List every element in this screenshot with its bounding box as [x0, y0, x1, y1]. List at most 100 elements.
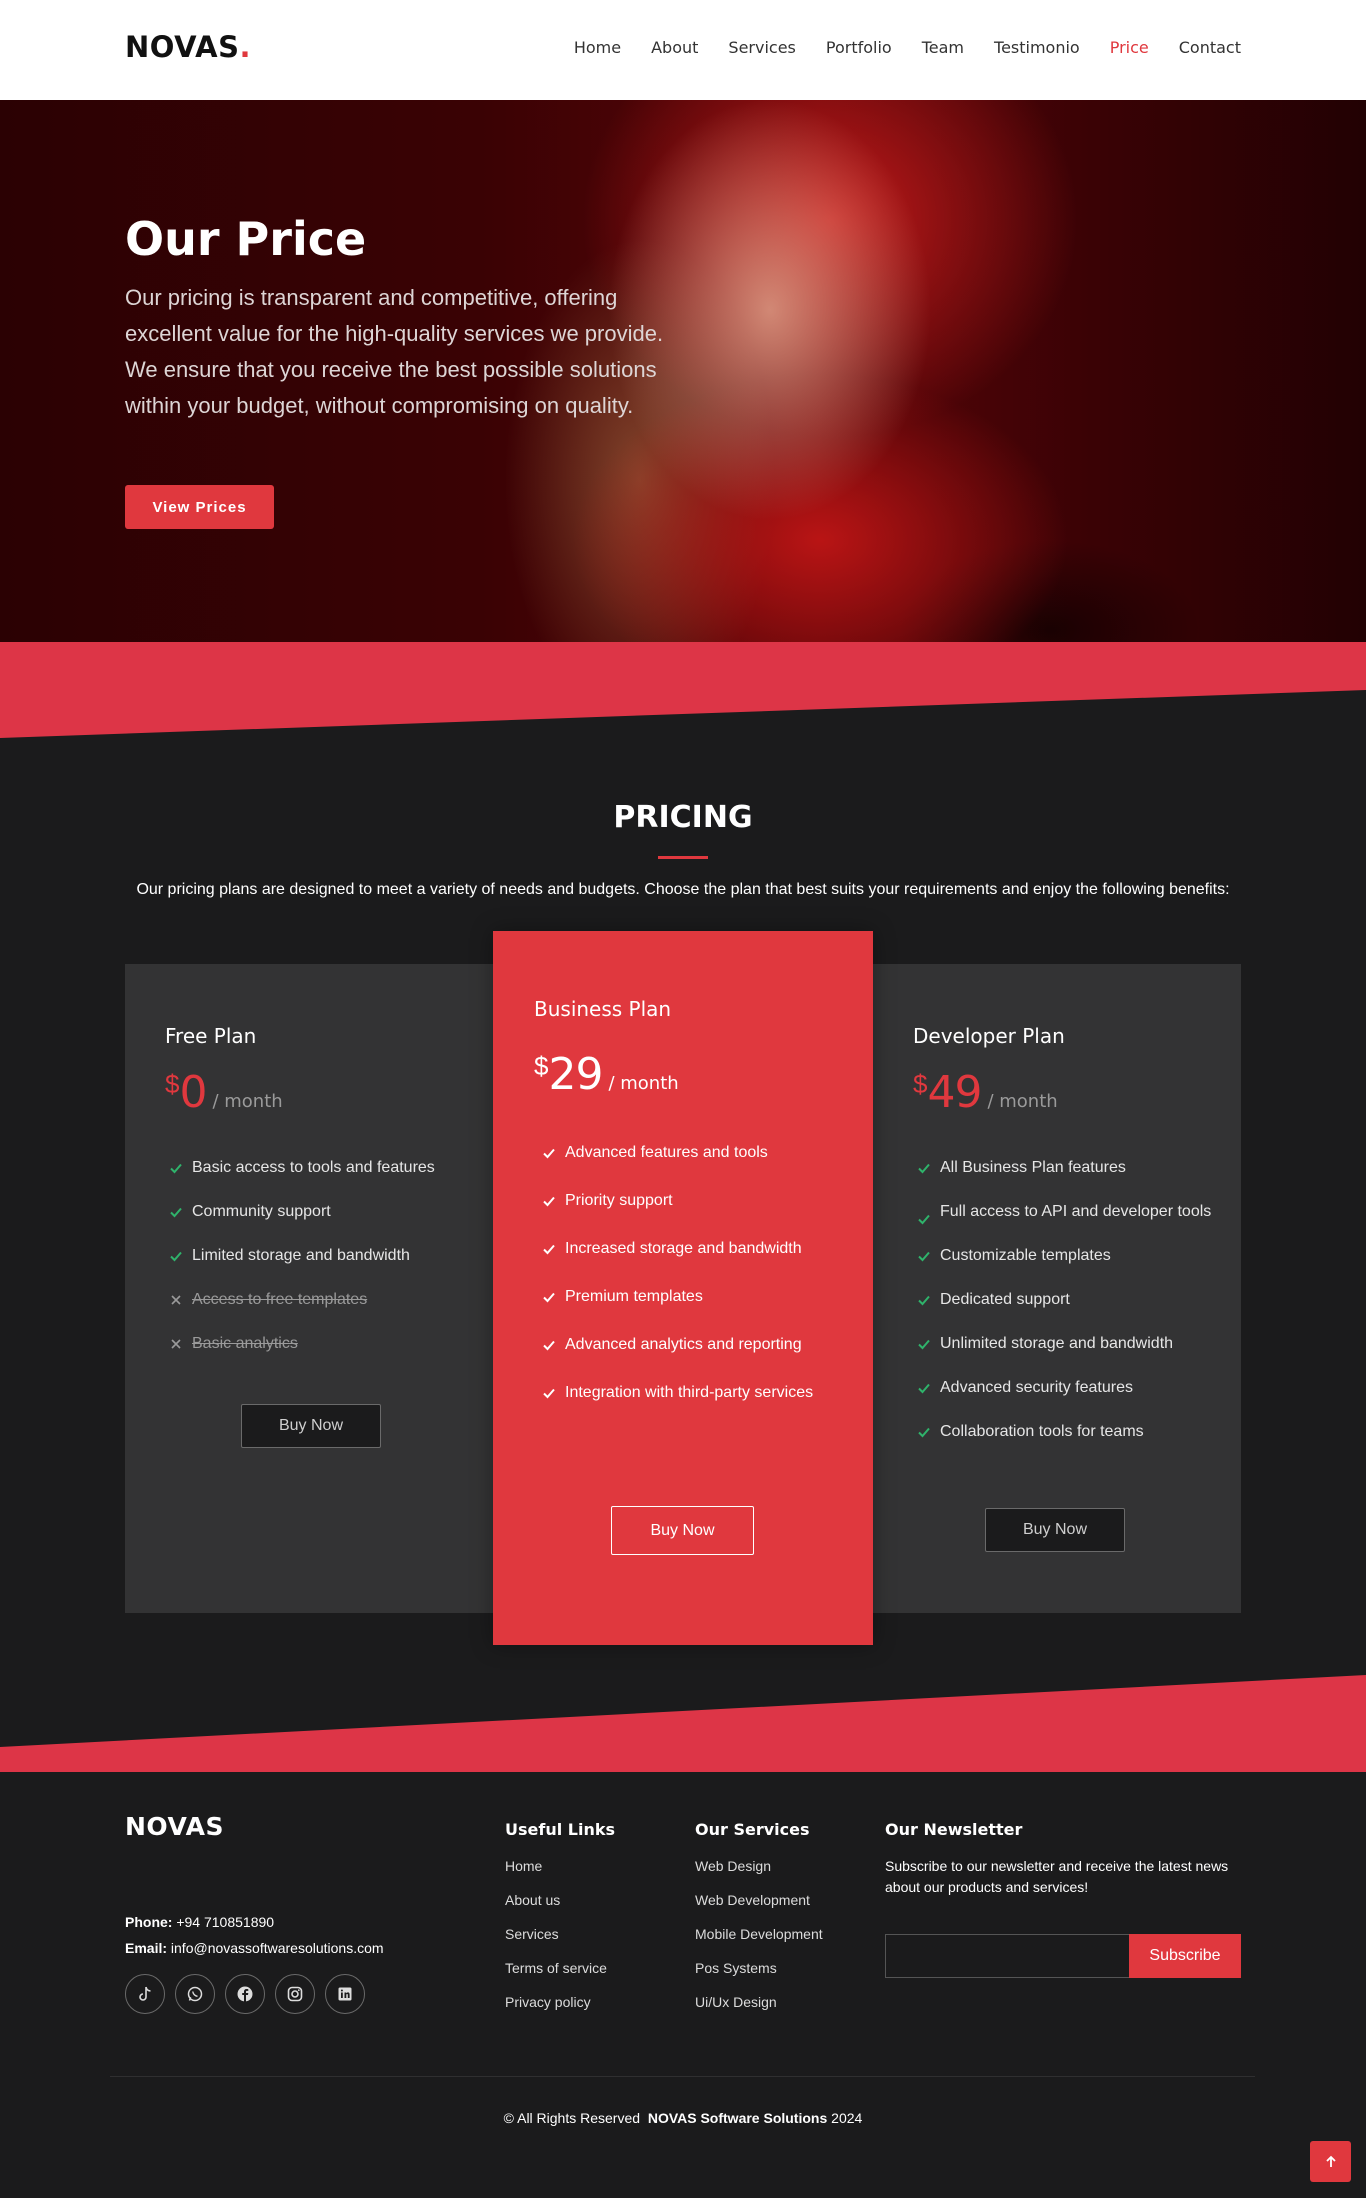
check-icon — [543, 1340, 555, 1351]
pricing-title: PRICING — [613, 800, 753, 835]
feature-item-unavailable: Access to free templates — [165, 1290, 465, 1310]
feature-text: Increased storage and bandwidth — [565, 1240, 802, 1257]
useful-links-column: Useful Links Home About us Services Term… — [505, 1820, 615, 2026]
logo-dot: . — [239, 30, 251, 64]
copyright-company: NOVAS Software Solutions — [647, 2110, 828, 2126]
services-list: Web Design Web Development Mobile Develo… — [695, 1856, 823, 2012]
feature-text: Premium templates — [565, 1288, 703, 1305]
feature-text: Dedicated support — [940, 1291, 1070, 1308]
email-value: info@novassoftwaresolutions.com — [170, 1940, 384, 1956]
phone-label: Phone: — [125, 1914, 173, 1930]
service-link-web-development[interactable]: Web Development — [695, 1890, 823, 1910]
feature-text: Access to free templates — [192, 1291, 368, 1308]
whatsapp-link[interactable] — [175, 1974, 215, 2014]
footer-link-services[interactable]: Services — [505, 1924, 615, 1944]
subscribe-button[interactable]: Subscribe — [1129, 1934, 1241, 1978]
feature-item: Increased storage and bandwidth — [538, 1239, 848, 1259]
feature-list: Basic access to tools and features Commu… — [165, 1158, 465, 1378]
price-currency: $ — [913, 1069, 928, 1099]
feature-text: Unlimited storage and bandwidth — [940, 1335, 1174, 1352]
service-link-uiux-design[interactable]: Ui/Ux Design — [695, 1992, 823, 2012]
price-period: / month — [212, 1091, 283, 1112]
hero-text: Our pricing is transparent and competiti… — [125, 285, 664, 418]
feature-text: Customizable templates — [940, 1247, 1111, 1264]
scroll-to-top-button[interactable] — [1310, 2141, 1351, 2182]
feature-list: Advanced features and tools Priority sup… — [538, 1143, 848, 1431]
whatsapp-icon — [187, 1986, 203, 2002]
feature-list: All Business Plan features Full access t… — [913, 1158, 1213, 1466]
check-icon — [918, 1163, 930, 1174]
newsletter-column: Our Newsletter Subscribe to our newslett… — [885, 1820, 1241, 1898]
email-label: Email: — [125, 1940, 168, 1956]
check-icon — [918, 1383, 930, 1394]
feature-item: Premium templates — [538, 1287, 848, 1307]
newsletter-email-input[interactable] — [885, 1934, 1129, 1978]
plan-name: Business Plan — [534, 997, 672, 1021]
feature-text: Advanced analytics and reporting — [565, 1336, 802, 1353]
plan-price: $ 0 / month — [165, 1067, 283, 1118]
nav-portfolio[interactable]: Portfolio — [826, 38, 892, 57]
pricing-section: PRICING Our pricing plans are designed t… — [0, 642, 1366, 1772]
tiktok-link[interactable] — [125, 1974, 165, 2014]
useful-links-list: Home About us Services Terms of service … — [505, 1856, 615, 2012]
nav-services[interactable]: Services — [728, 38, 795, 57]
feature-item: Limited storage and bandwidth — [165, 1246, 465, 1266]
feature-text: Basic access to tools and features — [192, 1159, 435, 1176]
useful-links-title: Useful Links — [505, 1820, 616, 1839]
feature-item: Integration with third-party services — [538, 1383, 848, 1403]
business-plan-card: Business Plan $ 29 / month Advanced feat… — [493, 931, 873, 1645]
check-icon — [170, 1207, 182, 1218]
footer-link-terms[interactable]: Terms of service — [505, 1958, 615, 1978]
nav-contact[interactable]: Contact — [1179, 38, 1241, 57]
nav-price[interactable]: Price — [1110, 38, 1149, 57]
copyright: © All Rights Reserved NOVAS Software Sol… — [0, 2110, 1366, 2126]
nav-testimonio[interactable]: Testimonio — [994, 38, 1080, 57]
logo[interactable]: NOVAS. — [125, 30, 251, 64]
newsletter-title: Our Newsletter — [885, 1820, 1023, 1839]
feature-text: Basic analytics — [192, 1335, 298, 1352]
footer-link-privacy[interactable]: Privacy policy — [505, 1992, 615, 2012]
service-link-web-design[interactable]: Web Design — [695, 1856, 823, 1876]
tiktok-icon — [139, 1986, 151, 2001]
feature-text: Full access to API and developer tools — [940, 1203, 1212, 1220]
nav-about[interactable]: About — [651, 38, 698, 57]
pricing-description: Our pricing plans are designed to meet a… — [136, 881, 1230, 898]
feature-item-unavailable: Basic analytics — [165, 1334, 465, 1354]
instagram-link[interactable] — [275, 1974, 315, 2014]
footer-logo[interactable]: NOVAS — [125, 1812, 224, 1841]
service-link-pos-systems[interactable]: Pos Systems — [695, 1958, 823, 1978]
nav-team[interactable]: Team — [922, 38, 964, 57]
business-plan-buy-button[interactable]: Buy Now — [611, 1506, 754, 1555]
check-icon — [918, 1214, 930, 1225]
title-underline — [658, 856, 708, 859]
footer-divider — [110, 2076, 1255, 2077]
developer-plan-buy-button[interactable]: Buy Now — [985, 1508, 1125, 1552]
footer-link-home[interactable]: Home — [505, 1856, 615, 1876]
hero-title: Our Price — [125, 212, 367, 266]
site-header: NOVAS. Home About Services Portfolio Tea… — [0, 0, 1366, 100]
phone-value: +94 710851890 — [176, 1914, 275, 1930]
view-prices-button[interactable]: View Prices — [125, 485, 274, 529]
facebook-icon — [237, 1986, 253, 2002]
top-slant-divider — [0, 642, 1366, 738]
hero-section: Our Price Our pricing is transparent and… — [0, 100, 1366, 642]
service-link-mobile-development[interactable]: Mobile Development — [695, 1924, 823, 1944]
services-column: Our Services Web Design Web Development … — [695, 1820, 823, 2026]
feature-text: Community support — [192, 1203, 331, 1220]
free-plan-card: Free Plan $ 0 / month Basic access to to… — [125, 964, 493, 1613]
facebook-link[interactable] — [225, 1974, 265, 2014]
nav-home[interactable]: Home — [574, 38, 621, 57]
linkedin-icon — [338, 1987, 352, 2001]
instagram-icon — [287, 1986, 303, 2002]
feature-item: Priority support — [538, 1191, 848, 1211]
copyright-prefix: © All Rights Reserved — [503, 2110, 641, 2126]
check-icon — [918, 1295, 930, 1306]
footer-link-about[interactable]: About us — [505, 1890, 615, 1910]
logo-text: NOVAS — [125, 30, 240, 64]
developer-plan-card: Developer Plan $ 49 / month All Business… — [873, 964, 1241, 1613]
feature-item: All Business Plan features — [913, 1158, 1213, 1178]
services-title: Our Services — [695, 1820, 810, 1839]
linkedin-link[interactable] — [325, 1974, 365, 2014]
newsletter-form: Subscribe — [885, 1934, 1241, 1978]
free-plan-buy-button[interactable]: Buy Now — [241, 1404, 381, 1448]
